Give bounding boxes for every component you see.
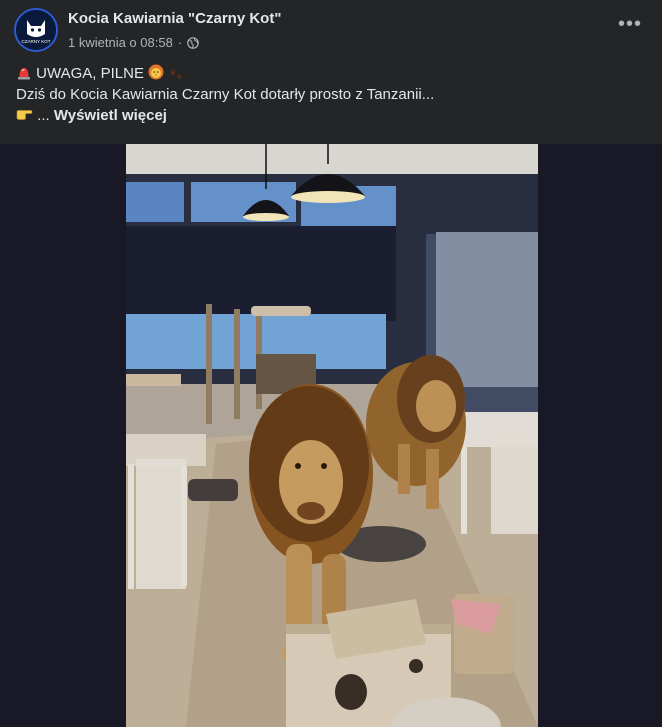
lions-in-cafe-photo[interactable] <box>126 144 538 727</box>
post-text-line-3: ... Wyświetl więcej <box>16 106 646 127</box>
see-more-prefix: ... <box>37 107 50 124</box>
post-text: UWAGA, PILNE Dziś do Kocia Kawiarnia Cza… <box>16 64 646 127</box>
globe-icon[interactable] <box>187 36 199 49</box>
facebook-post: CZARNY KOT Kocia Kawiarnia "Czarny Kot" … <box>0 0 662 727</box>
post-meta: 1 kwietnia o 08:58 · <box>68 35 199 50</box>
post-text-line-1: UWAGA, PILNE <box>16 64 646 85</box>
page-avatar[interactable]: CZARNY KOT <box>14 8 58 52</box>
post-text-urgent: UWAGA, PILNE <box>36 65 144 82</box>
more-options-icon[interactable]: ••• <box>616 14 644 40</box>
siren-emoji-icon <box>16 64 32 86</box>
pointing-right-emoji-icon <box>16 106 33 128</box>
see-more-link[interactable]: Wyświetl więcej <box>54 107 167 124</box>
avatar-text: CZARNY KOT <box>22 39 51 44</box>
post-header: CZARNY KOT Kocia Kawiarnia "Czarny Kot" … <box>0 0 662 60</box>
lions-photo-illustration <box>126 144 538 727</box>
post-text-line-2: Dziś do Kocia Kawiarnia Czarny Kot dotar… <box>16 86 435 103</box>
meta-separator: · <box>177 35 183 50</box>
post-media[interactable] <box>0 144 662 727</box>
page-name-link[interactable]: Kocia Kawiarnia "Czarny Kot" <box>68 10 281 27</box>
lion-face-emoji-icon <box>148 64 164 86</box>
post-timestamp-link[interactable]: 1 kwietnia o 08:58 <box>68 35 173 50</box>
black-cat-logo-icon: CZARNY KOT <box>16 10 56 50</box>
paw-prints-emoji-icon <box>168 64 184 86</box>
